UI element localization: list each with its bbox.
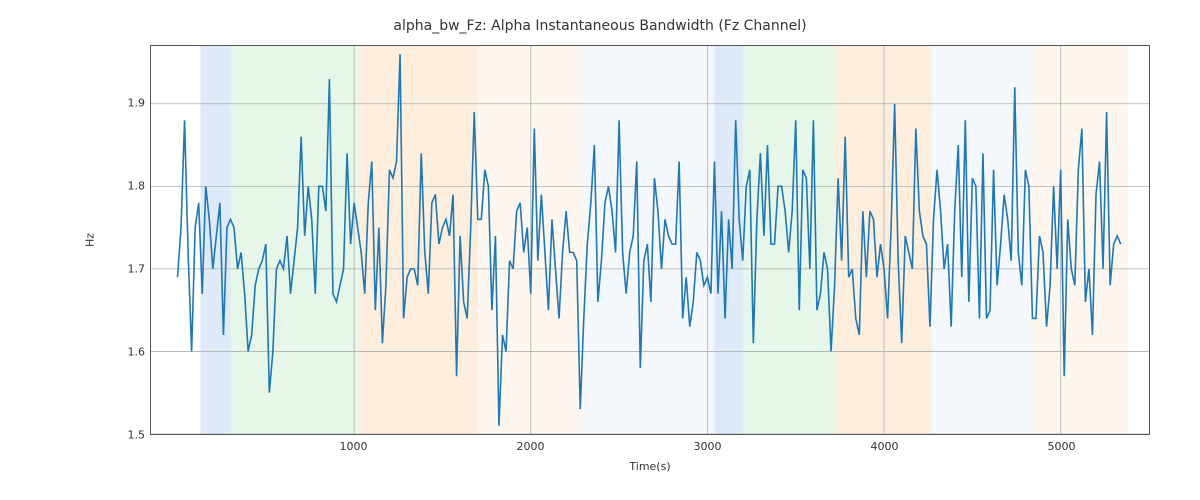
- x-tick-label: 2000: [517, 440, 545, 453]
- chart-title: alpha_bw_Fz: Alpha Instantaneous Bandwid…: [0, 18, 1200, 34]
- x-tick-label: 5000: [1048, 440, 1076, 453]
- x-tick-label: 3000: [694, 440, 722, 453]
- y-tick-label: 1.8: [128, 180, 146, 193]
- shaded-span: [230, 46, 359, 434]
- x-axis-label: Time(s): [629, 460, 670, 473]
- y-tick-label: 1.7: [128, 263, 146, 276]
- shaded-span: [835, 46, 932, 434]
- plot-area: [150, 45, 1150, 435]
- plot-svg: [151, 46, 1149, 434]
- y-tick-label: 1.5: [128, 429, 146, 442]
- y-tick-label: 1.9: [128, 97, 146, 110]
- y-axis-label: Hz: [84, 233, 97, 247]
- y-tick-label: 1.6: [128, 346, 146, 359]
- figure: alpha_bw_Fz: Alpha Instantaneous Bandwid…: [0, 0, 1200, 500]
- x-tick-label: 1000: [340, 440, 368, 453]
- shaded-span: [1031, 46, 1128, 434]
- x-tick-label: 4000: [871, 440, 899, 453]
